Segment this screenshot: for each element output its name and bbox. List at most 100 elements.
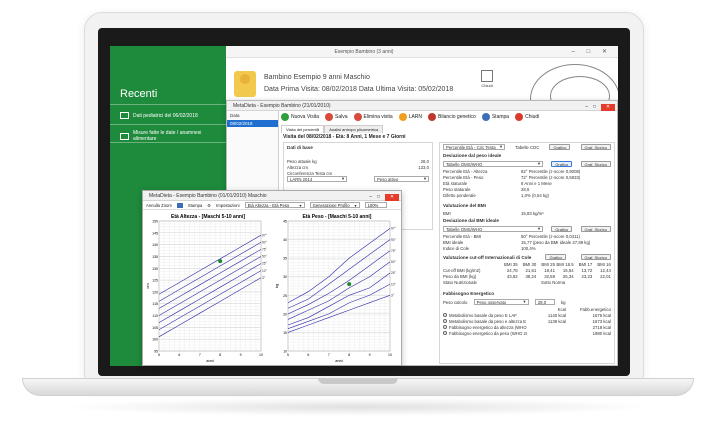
toolbar-icon — [324, 113, 333, 121]
y-tick-label: 125 — [152, 279, 158, 283]
stampa-button[interactable]: Stampa — [188, 203, 202, 208]
grafico-storico-button[interactable]: Graf. Storico — [580, 254, 611, 260]
toolbar-button[interactable]: Elimina visita — [353, 113, 393, 121]
cole-cell: 24,78 — [506, 267, 518, 273]
close-patient-button[interactable]: Chiudi — [478, 70, 496, 88]
grafico-button[interactable]: Grafico — [551, 226, 573, 232]
stage: Esempio Bambino (3 anni) – □ ✕ Recenti D… — [0, 0, 716, 442]
cole-cell: 21,61 — [525, 267, 537, 273]
toolbar-icon — [481, 113, 490, 121]
row-value[interactable]: 133,0 — [418, 165, 429, 170]
x-tick-label: 8 — [219, 353, 221, 357]
impostazioni-button[interactable]: Impostazioni — [216, 203, 240, 208]
fab-option[interactable]: Metabolismo basale da peso e altezza E L… — [443, 319, 527, 324]
patient-point[interactable] — [218, 259, 223, 264]
percentile-select[interactable]: Percentile Età - Circ Testa ▾ — [443, 144, 505, 150]
grafico-button[interactable]: Grafico — [545, 254, 567, 260]
larn-select[interactable]: LARN 2014 ▾ — [287, 176, 347, 182]
graf-storico-button[interactable]: Graf. Storico — [580, 144, 611, 150]
fab-option[interactable]: Fabbisogno energetico da peso (WHO 2001) — [443, 331, 527, 336]
grid-icon — [120, 112, 129, 119]
minimize-icon[interactable]: – — [585, 102, 588, 112]
data-row: Percentile Età - Altezza 82° Percentile (… — [440, 168, 614, 174]
row-value: 50° Percentile (z-score 0,0411) — [521, 233, 580, 239]
cole-cell: 12,44 — [600, 267, 611, 273]
series-label: 50° — [262, 255, 268, 259]
toolbar-button[interactable]: Nuova Visita — [281, 113, 319, 121]
data-row: Peso staturale 28,6 — [440, 186, 614, 192]
toolbar-button[interactable]: Chiudi — [515, 113, 539, 121]
tab-antropo[interactable]: Analisi antropo plicometrica — [324, 125, 384, 133]
meta-window-controls: – □ ✕ — [585, 102, 615, 112]
chevron-down-icon: ▾ — [537, 161, 540, 166]
y-tick-label: 150 — [152, 220, 158, 224]
radio-icon[interactable] — [443, 331, 447, 336]
series-label: 50° — [391, 260, 397, 264]
y-axis-label: kg — [274, 284, 279, 288]
laptop-notch — [318, 378, 398, 384]
row-value[interactable]: 28,0 — [421, 159, 429, 164]
chart-title: Età Altezza - [Maschi 5-10 anni] — [171, 214, 245, 220]
tab-percentili[interactable]: Visita del percentili — [281, 125, 325, 133]
x-tick-label: 7 — [328, 353, 330, 357]
toolbar-button[interactable]: Salva — [324, 113, 348, 121]
fab-row-label: Metabolismo basale da peso E LAF — [449, 312, 517, 318]
radio-icon[interactable] — [443, 313, 447, 318]
window-controls[interactable]: – □ ✕ — [572, 46, 612, 58]
sidebar-divider — [110, 104, 226, 105]
toolbar-label: Elimina visita — [363, 114, 393, 120]
row-label: Difetto ponderale — [443, 192, 476, 198]
meta-toolbar: Nuova Visita Salva Elimina visita LARN Bilan… — [281, 113, 539, 121]
fab-option[interactable]: Fabbisogno energetico da altezza (WHO 19… — [443, 325, 527, 330]
fab-option[interactable]: Metabolismo basale da peso E LAF — [443, 313, 527, 318]
fab-v2: 1675 kcal — [592, 312, 611, 318]
peso-select[interactable]: Peso attivo ▾ — [374, 176, 429, 182]
row-value: 72° Percentile (z-score 0,5833) — [521, 174, 581, 180]
sidebar-item-misure[interactable]: Misure fatte le date / anamnesi alimenta… — [120, 130, 226, 142]
series-label: 90° — [391, 238, 397, 242]
radio-icon[interactable] — [443, 325, 447, 330]
toolbar-button[interactable]: Stampa — [481, 113, 509, 121]
grafico-storico-button[interactable]: Graf. Storico — [580, 161, 611, 167]
visit-list-header: Data — [230, 113, 240, 118]
sidebar-item-dati-pediatrici[interactable]: Dati pediatrici del 06/02/2018 — [120, 112, 198, 119]
grafico-button[interactable]: Grafico — [551, 161, 573, 167]
row-label: Percentile Età - BMI — [443, 233, 482, 239]
close-icon[interactable]: ✕ — [385, 193, 399, 201]
cole-header: BMI 25 — [541, 261, 555, 267]
sec1-select[interactable]: Tabelle OMS/WHO ▾ — [443, 161, 543, 167]
annulla-zoom-button[interactable]: Annulla Zoom — [146, 203, 172, 208]
visit-list-item[interactable]: 08/02/2018 — [227, 120, 278, 127]
sec3-select[interactable]: Tabelle OMS/WHO ▾ — [443, 226, 543, 232]
larn-select-value: LARN 2014 — [290, 176, 313, 182]
y-tick-label: 130 — [152, 267, 158, 271]
fab-select-value: Peso osservato — [476, 299, 507, 305]
y-tick-label: 25 — [283, 294, 287, 298]
bmi-section: Valutazione del BMI — [443, 203, 486, 208]
x-tick-label: 9 — [240, 353, 242, 357]
grafico-button[interactable]: Grafico — [549, 144, 571, 150]
row-value: 82° Percentile (z-score 0,9008) — [521, 168, 581, 174]
fab-v1: 1139 kcal — [547, 318, 566, 324]
chart-type-select[interactable]: Età Altezza - Età Peso ▾ — [244, 202, 305, 208]
data-row: Difetto ponderale 1,0% (0,54 kg) — [440, 192, 614, 198]
close-icon[interactable]: ✕ — [601, 103, 615, 111]
toolbar-button[interactable]: LARN — [398, 113, 422, 121]
growth-title: MetaDieta - Esempio Bambino (01/01/2010)… — [149, 193, 267, 199]
fab-weight-input[interactable]: 28,0 — [534, 299, 555, 305]
x-axis-label: anni — [335, 358, 343, 363]
fab-row-label: Fabbisogno energetico da peso (WHO 2001) — [449, 330, 527, 336]
row-label: Circonferenza Testa cm — [287, 170, 333, 176]
profile-select[interactable]: Generazione Profilo ▾ — [309, 202, 360, 208]
grafico-storico-button[interactable]: Graf. Storico — [580, 226, 611, 232]
chevron-down-icon: ▾ — [537, 226, 540, 231]
cole-header: BMI 30 — [522, 261, 537, 267]
toolbar-button[interactable]: Bilancio genetico — [428, 113, 476, 121]
radio-icon[interactable] — [443, 319, 447, 324]
zoom-select[interactable]: 100% — [364, 202, 387, 208]
fab-select[interactable]: Peso osservato ▾ — [473, 299, 529, 305]
y-tick-label: 105 — [152, 326, 158, 330]
patient-point[interactable] — [347, 282, 352, 287]
y-tick-label: 145 — [152, 231, 158, 235]
maximize-icon[interactable]: □ — [593, 102, 596, 112]
